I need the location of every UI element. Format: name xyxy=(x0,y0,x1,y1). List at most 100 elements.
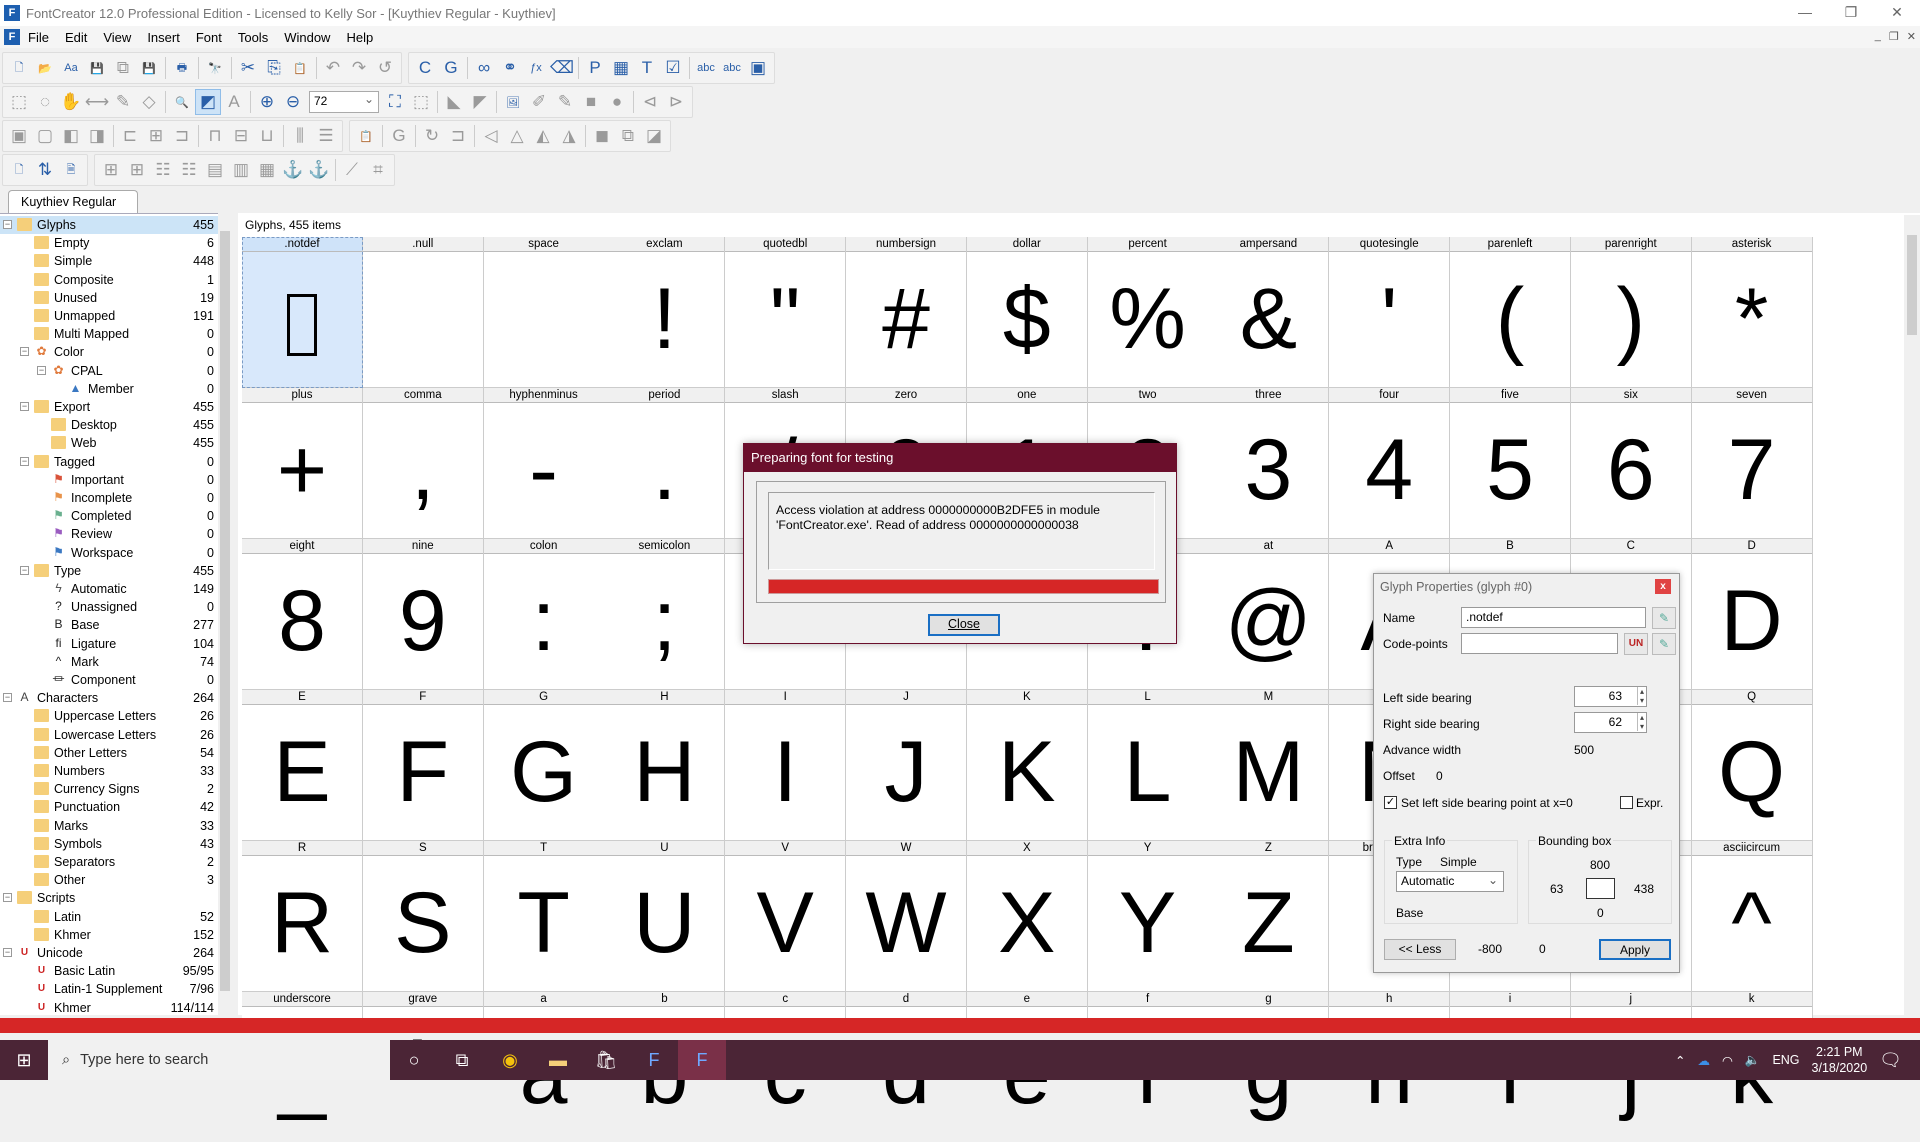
collapse-icon[interactable]: − xyxy=(3,893,12,903)
measure-icon[interactable]: ⟷ xyxy=(84,89,110,115)
glyph-cell[interactable]: II xyxy=(725,690,847,841)
task-view-icon[interactable]: ⧉ xyxy=(438,1040,486,1080)
mdi-restore-icon[interactable]: ❐ xyxy=(1889,30,1899,43)
collapse-icon[interactable]: − xyxy=(3,220,12,229)
tree-item-desktop[interactable]: Desktop 455 xyxy=(0,416,218,434)
tree-item-simple[interactable]: Simple 448 xyxy=(0,252,218,270)
open-icon[interactable]: 📂 xyxy=(32,55,58,81)
menu-window[interactable]: Window xyxy=(276,30,338,45)
distribute-v-icon[interactable]: ☰ xyxy=(313,123,339,149)
tree-item-other[interactable]: Other 3 xyxy=(0,871,218,889)
tree-item-tagged[interactable]: − Tagged 0 xyxy=(0,453,218,471)
glyph-cell[interactable]: RR xyxy=(242,841,363,992)
mdi-minimize-icon[interactable]: _ xyxy=(1875,30,1881,43)
menu-font[interactable]: Font xyxy=(188,30,230,45)
document-icon[interactable]: F xyxy=(4,29,20,45)
tree-item-numbers[interactable]: Numbers 33 xyxy=(0,762,218,780)
file-explorer-icon[interactable]: ▬ xyxy=(534,1040,582,1080)
tree-item-component[interactable]: ⏛ Component 0 xyxy=(0,671,218,689)
tree-item-web[interactable]: Web 455 xyxy=(0,434,218,452)
lsb-spinner[interactable]: 63 xyxy=(1574,686,1647,707)
volume-icon[interactable]: 🔈 xyxy=(1745,1053,1761,1068)
grid-icon[interactable]: ⊞ xyxy=(98,157,124,183)
glyph-cell[interactable]: FF xyxy=(362,690,484,841)
glyph-cell[interactable]: five 5 xyxy=(1450,388,1571,539)
tree-scroll-thumb[interactable] xyxy=(220,231,230,991)
glyph-cell[interactable]: .notdef xyxy=(242,237,363,388)
undo-icon[interactable]: ↶ xyxy=(320,55,346,81)
tree-item-member[interactable]: ▲ Member 0 xyxy=(0,380,218,398)
glyph-cell[interactable]: comma, xyxy=(362,388,484,539)
set-lsb-checkbox[interactable]: ✓ xyxy=(1384,796,1397,809)
grid-lock-icon[interactable]: ▤ xyxy=(202,157,228,183)
glyph-cell[interactable]: exclam! xyxy=(604,237,726,388)
zoom-in-icon[interactable]: ⊕ xyxy=(254,89,280,115)
menu-insert[interactable]: Insert xyxy=(139,30,188,45)
front-icon[interactable]: ◧ xyxy=(58,123,84,149)
glyph-cell[interactable]: plus + xyxy=(242,388,363,539)
glyph-cell[interactable]: ampersand & xyxy=(1208,237,1330,388)
subtract-icon[interactable]: ◪ xyxy=(641,123,667,149)
tree-item-incomplete[interactable]: ⚑ Incomplete 0 xyxy=(0,489,218,507)
link-icon[interactable]: ∞ xyxy=(471,55,497,81)
taskbar-search[interactable]: ⌕ Type here to search xyxy=(48,1040,390,1080)
hint-icon[interactable]: ⌗ xyxy=(365,157,391,183)
glyph-cell[interactable]: asciicircum ^ xyxy=(1691,841,1813,992)
glyph-cell[interactable]: percent% xyxy=(1087,237,1209,388)
save-as-icon[interactable]: 💾 xyxy=(136,55,162,81)
restore-button[interactable]: ❐ xyxy=(1828,0,1874,26)
save-icon[interactable]: 💾 xyxy=(84,55,110,81)
wifi-icon[interactable]: ◠ xyxy=(1722,1053,1733,1068)
fit-icon[interactable]: ⛶ xyxy=(382,89,408,115)
ungroup-icon[interactable]: ▢ xyxy=(32,123,58,149)
apply-button[interactable]: Apply xyxy=(1599,939,1671,960)
text-tool-icon[interactable]: T xyxy=(634,55,660,81)
minimize-button[interactable]: — xyxy=(1782,0,1828,26)
tree-item-characters[interactable]: − A Characters 264 xyxy=(0,689,218,707)
web-check-icon[interactable]: abc xyxy=(719,55,745,81)
grid-4-icon[interactable]: ☷ xyxy=(176,157,202,183)
pen-icon[interactable]: ✎ xyxy=(552,89,578,115)
glyph-icon[interactable]: G xyxy=(386,123,412,149)
glyph-cell[interactable]: dollar $ xyxy=(966,237,1088,388)
tree-item-export[interactable]: − Export 455 xyxy=(0,398,218,416)
grid-scroll-thumb[interactable] xyxy=(1907,235,1917,335)
glyph-cell[interactable]: seven 7 xyxy=(1691,388,1813,539)
image-icon[interactable]: 🖼 xyxy=(500,89,526,115)
tree-item-unassigned[interactable]: ? Unassigned 0 xyxy=(0,598,218,616)
tree-item-basic-latin[interactable]: U Basic Latin 95/95 xyxy=(0,962,218,980)
collapse-icon[interactable]: − xyxy=(20,347,29,357)
align-right-icon[interactable]: ⊐ xyxy=(169,123,195,149)
menu-view[interactable]: View xyxy=(95,30,139,45)
sort-icon[interactable]: ⇅ xyxy=(32,157,58,183)
transform-icon[interactable]: ◤ xyxy=(467,89,493,115)
distribute-h-icon[interactable]: ⫼ xyxy=(287,123,313,149)
menu-edit[interactable]: Edit xyxy=(57,30,95,45)
ellipse-icon[interactable]: ● xyxy=(604,89,630,115)
tree-item-cpal[interactable]: − ✿ CPAL 0 xyxy=(0,362,218,380)
chevron-up-icon[interactable]: ⌃ xyxy=(1675,1053,1685,1068)
add-character-icon[interactable]: C xyxy=(412,55,438,81)
grid-5-icon[interactable]: ▥ xyxy=(228,157,254,183)
glyph-cell[interactable]: period. xyxy=(604,388,726,539)
tree-item-latin[interactable]: Latin 52 xyxy=(0,908,218,926)
collapse-icon[interactable]: − xyxy=(37,365,46,375)
brush-icon[interactable]: ✐ xyxy=(526,89,552,115)
name-input[interactable]: .notdef xyxy=(1461,607,1646,628)
tree-item-glyphs[interactable]: − Glyphs 455 xyxy=(0,216,218,234)
glyph-cell[interactable]: numbersign # xyxy=(846,237,967,388)
save-all-icon[interactable]: ⧉ xyxy=(110,55,136,81)
grid-2-icon[interactable]: ⊞ xyxy=(124,157,150,183)
tree-item-scripts[interactable]: − Scripts xyxy=(0,889,218,907)
glyph-cell[interactable]: space xyxy=(483,237,605,388)
glyph-cell[interactable]: six 6 xyxy=(1570,388,1692,539)
glyph-cell[interactable]: UU xyxy=(604,841,726,992)
glyph-cell[interactable]: DD xyxy=(1691,539,1813,690)
tag-icon[interactable]: ✎ xyxy=(1652,607,1676,629)
glyph-cell[interactable]: quotedbl " xyxy=(725,237,847,388)
font-properties-icon[interactable]: P xyxy=(582,55,608,81)
font-preview-icon[interactable]: A xyxy=(221,89,247,115)
tree-item-unused[interactable]: Unused 19 xyxy=(0,289,218,307)
tree-scrollbar[interactable] xyxy=(218,213,232,1015)
close-window-button[interactable]: ✕ xyxy=(1874,0,1920,26)
